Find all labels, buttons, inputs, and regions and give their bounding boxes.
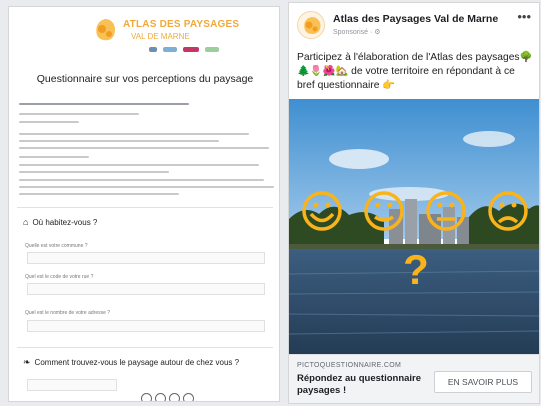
intro-text-line (19, 140, 219, 142)
partner-logo (183, 47, 199, 52)
street-code-input[interactable] (27, 283, 265, 295)
address-number-input[interactable] (27, 320, 265, 332)
atlas-logo-icon (304, 17, 321, 34)
ad-cta-area[interactable]: PICTOQUESTIONNAIRE.COM Répondez au quest… (289, 354, 539, 403)
field-label: Quel est le code de votre rue ? (25, 274, 94, 280)
questionnaire-title: Questionnaire sur vos perceptions du pay… (36, 73, 254, 85)
partner-logo (205, 47, 219, 52)
intro-text-line (19, 156, 89, 158)
field-label: Quel est le nombre de votre adresse ? (25, 310, 111, 316)
brand-title: ATLAS DES PAYSAGES (123, 19, 240, 30)
page-name-link[interactable]: Atlas des Paysages Val de Marne (333, 13, 498, 25)
intro-text-line (19, 171, 169, 173)
ad-cta-title[interactable]: Répondez au questionnaire paysages ! (297, 373, 427, 397)
sponsored-label: Sponsorisé · ⚙ (333, 29, 381, 36)
question-landscape: ❧ Comment trouvez-vous le paysage autour… (23, 357, 240, 367)
leaf-icon: ❧ (23, 357, 31, 367)
commune-input[interactable] (27, 252, 265, 264)
ad-image[interactable]: ? (289, 99, 539, 354)
face-option-icon[interactable] (183, 393, 194, 401)
atlas-logo-icon (96, 19, 115, 41)
face-option-icon[interactable] (141, 393, 152, 401)
lake-photo: ? (289, 99, 539, 354)
smiley-rating[interactable] (141, 393, 194, 401)
more-options-icon[interactable]: ••• (517, 9, 531, 24)
field-label: Quelle est votre commune ? (25, 243, 88, 249)
intro-text-line (19, 179, 264, 181)
page-avatar[interactable] (297, 11, 325, 39)
intro-text-line (19, 103, 189, 105)
home-icon: ⌂ (23, 217, 29, 227)
section-divider (17, 207, 273, 208)
learn-more-button[interactable]: EN SAVOIR PLUS (434, 371, 532, 393)
brand-subtitle: VAL DE MARNE (131, 32, 190, 41)
intro-text-line (19, 113, 139, 115)
questionnaire-page: ATLAS DES PAYSAGES VAL DE MARNE Question… (8, 6, 280, 402)
svg-text:?: ? (403, 246, 429, 293)
question-where-live: ⌂ Où habitez-vous ? (23, 217, 98, 227)
partner-logos (149, 47, 219, 52)
partner-logo (163, 47, 177, 52)
intro-text-line (19, 133, 249, 135)
face-option-icon[interactable] (169, 393, 180, 401)
intro-text-line (19, 164, 259, 166)
questionnaire-header: ATLAS DES PAYSAGES VAL DE MARNE (9, 7, 279, 59)
facebook-ad-card: Atlas des Paysages Val de Marne Sponsori… (288, 2, 540, 404)
intro-text-line (19, 193, 179, 195)
intro-text-line (19, 147, 269, 149)
intro-text-line (19, 121, 79, 123)
partner-logo (149, 47, 157, 52)
ad-post-text: Participez à l'élaboration de l'Atlas de… (297, 52, 533, 91)
face-option-icon[interactable] (155, 393, 166, 401)
landscape-input[interactable] (27, 379, 117, 391)
intro-text-line (19, 186, 274, 188)
ad-domain: PICTOQUESTIONNAIRE.COM (297, 362, 402, 369)
section-divider (17, 347, 273, 348)
